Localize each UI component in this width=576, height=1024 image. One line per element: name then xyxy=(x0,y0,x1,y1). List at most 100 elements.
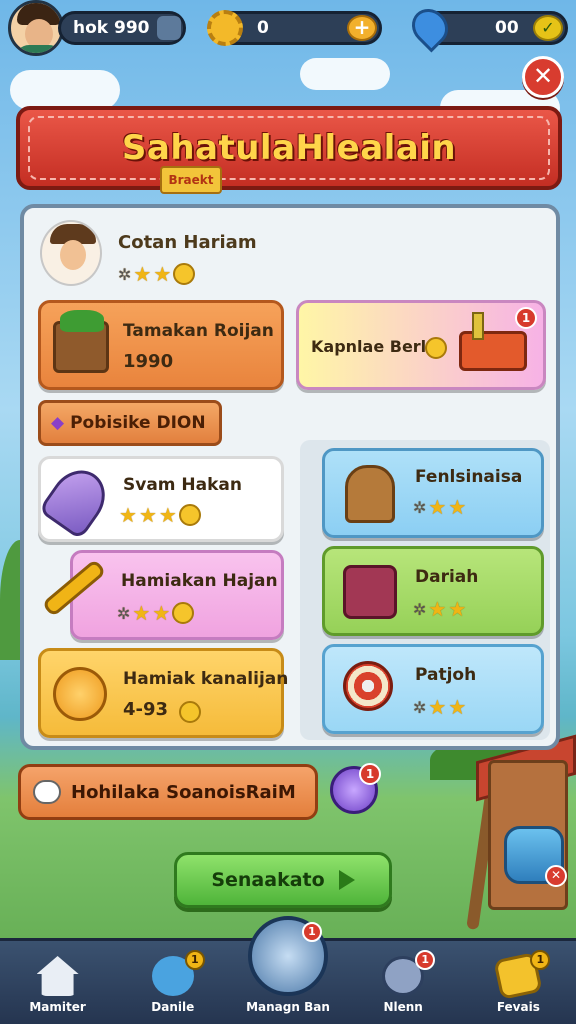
player-avatar[interactable] xyxy=(8,0,64,56)
nav-label: Mamiter xyxy=(29,1000,86,1014)
star-icon: ★ xyxy=(428,597,447,621)
card-value: 1990 xyxy=(123,351,174,372)
card-title: Dariah xyxy=(415,567,479,587)
card-hamiak-kanalijan[interactable]: Hamiak kanalijan 4-93 xyxy=(38,648,288,738)
card-rating: ★ ★ ★ xyxy=(119,503,201,527)
bag-icon xyxy=(343,565,397,619)
house-icon xyxy=(36,956,79,996)
card-rating: ✲ ★ ★ xyxy=(117,601,195,625)
page-title: SahatulaHlealain xyxy=(121,128,457,168)
primary-action-button[interactable]: Senaakato xyxy=(174,852,392,908)
card-value: 4-93 xyxy=(123,699,169,720)
coin-icon xyxy=(172,602,195,624)
nav-badge: 1 xyxy=(530,950,551,970)
nav-badge: 1 xyxy=(301,922,322,942)
section-tag-label: Pobisike DION xyxy=(70,413,206,433)
primary-action-label: Senaakato xyxy=(211,869,325,891)
notification-badge: 1 xyxy=(359,763,381,785)
card-patjoh[interactable]: Patjoh ✲ ★ ★ xyxy=(322,644,544,734)
orb-button[interactable]: 1 xyxy=(330,763,381,814)
card-fenlsinaisa[interactable]: Fenlsinaisa ✲ ★ ★ xyxy=(322,448,544,538)
card-rating: ✲ ★ ★ xyxy=(413,597,466,621)
card-title: Svam Hakan xyxy=(123,475,243,495)
profile-name: Cotan Hariam xyxy=(118,232,257,253)
coin-icon xyxy=(179,701,201,723)
side-action-button[interactable]: ✕ xyxy=(504,826,567,887)
gear-icon: ✲ xyxy=(117,603,131,623)
main-panel: Cotan Hariam ✲ ★ ★ Tamakan Roijan 1990 K… xyxy=(20,204,560,750)
magic-wand-icon xyxy=(41,558,107,618)
title-ribbon: Braekt xyxy=(160,166,222,194)
top-bar: hok 990 0 + 00 ✓ xyxy=(8,0,568,56)
arrow-right-icon xyxy=(338,870,355,890)
profile-header: Cotan Hariam ✲ ★ ★ xyxy=(40,216,340,296)
nav-badge: 1 xyxy=(415,950,436,970)
target-icon xyxy=(343,661,393,711)
diamond-icon: ◆ xyxy=(51,413,65,433)
profile-avatar[interactable] xyxy=(40,220,102,286)
star-icon: ★ xyxy=(428,495,447,519)
nav-item-compass[interactable]: 1 Nlenn xyxy=(353,950,453,1014)
rocket-icon xyxy=(37,459,117,541)
nav-item-manage[interactable]: 1 Managn Ban xyxy=(238,916,338,1014)
card-kapnlae-berl[interactable]: Kapnlae Berl 1 xyxy=(296,300,546,390)
nav-label: Nlenn xyxy=(383,1000,423,1014)
card-dariah[interactable]: Dariah ✲ ★ ★ xyxy=(322,546,544,636)
close-button[interactable]: ✕ xyxy=(522,56,564,98)
barrel-icon xyxy=(345,465,395,523)
gear-icon: ✲ xyxy=(118,264,132,284)
card-rating: ✲ ★ ★ xyxy=(413,695,466,719)
sun-creature-icon xyxy=(53,667,107,721)
star-icon: ★ xyxy=(448,597,467,621)
player-name: hok 990 xyxy=(73,18,150,38)
nav-label: Fevais xyxy=(496,1000,540,1014)
cloud xyxy=(300,58,390,90)
profile-tab-icon[interactable] xyxy=(157,16,181,40)
card-hamiakan-hajan[interactable]: Hamiakan Hajan ✲ ★ ★ xyxy=(41,550,284,640)
add-coins-button[interactable]: + xyxy=(347,15,377,41)
gear-icon: ✲ xyxy=(413,697,427,717)
card-title: Tamakan Roijan xyxy=(123,321,274,341)
profile-rating: ✲ ★ ★ xyxy=(118,262,196,286)
speech-bubble-icon xyxy=(33,780,61,804)
card-title: Patjoh xyxy=(415,665,477,685)
star-icon: ★ xyxy=(132,601,151,625)
card-tamakan-roijan[interactable]: Tamakan Roijan 1990 xyxy=(38,300,284,390)
coin-icon xyxy=(173,263,196,285)
gem-drop-icon xyxy=(404,1,456,53)
truck-icon xyxy=(459,312,527,371)
bottom-nav: Mamiter 1 Danile 1 Managn Ban 1 Nlenn 1 … xyxy=(0,916,576,1024)
coins-value: 0 xyxy=(257,18,269,38)
star-icon: ★ xyxy=(448,495,467,519)
card-svam-hakan[interactable]: Svam Hakan ★ ★ ★ xyxy=(37,456,284,542)
star-icon: ★ xyxy=(152,601,171,625)
coin-icon xyxy=(425,337,447,359)
star-icon: ★ xyxy=(133,262,152,286)
gems-value: 00 xyxy=(495,18,519,38)
info-bar[interactable]: Hohilaka SoanoisRaiM xyxy=(18,764,318,820)
crate-icon xyxy=(53,310,109,373)
gear-icon: ✲ xyxy=(413,497,427,517)
gear-icon: ✲ xyxy=(413,599,427,619)
cloud xyxy=(10,70,120,110)
add-gems-button[interactable]: ✓ xyxy=(533,15,563,41)
nav-item-gift[interactable]: 1 Fevais xyxy=(468,950,568,1014)
section-tag: ◆ Pobisike DION xyxy=(38,400,222,446)
card-title: Hamiak kanalijan xyxy=(123,669,289,689)
gear-coin-icon xyxy=(207,10,243,46)
card-title: Hamiakan Hajan xyxy=(121,571,278,591)
nav-item-home[interactable]: Mamiter xyxy=(8,956,108,1014)
notification-badge: 1 xyxy=(515,307,537,329)
player-name-pill[interactable]: hok 990 xyxy=(58,11,186,45)
star-icon: ★ xyxy=(153,262,172,286)
nav-label: Danile xyxy=(151,1000,195,1014)
card-title: Kapnlae Berl xyxy=(311,337,427,356)
star-icon: ★ xyxy=(448,695,467,719)
star-icon: ★ xyxy=(158,503,177,527)
info-bar-text: Hohilaka SoanoisRaiM xyxy=(71,781,296,803)
nav-item-tools[interactable]: 1 Danile xyxy=(123,950,223,1014)
card-title: Fenlsinaisa xyxy=(415,467,523,487)
nav-badge: 1 xyxy=(184,950,205,970)
card-rating: ✲ ★ ★ xyxy=(413,495,466,519)
nav-label: Managn Ban xyxy=(246,1000,330,1014)
